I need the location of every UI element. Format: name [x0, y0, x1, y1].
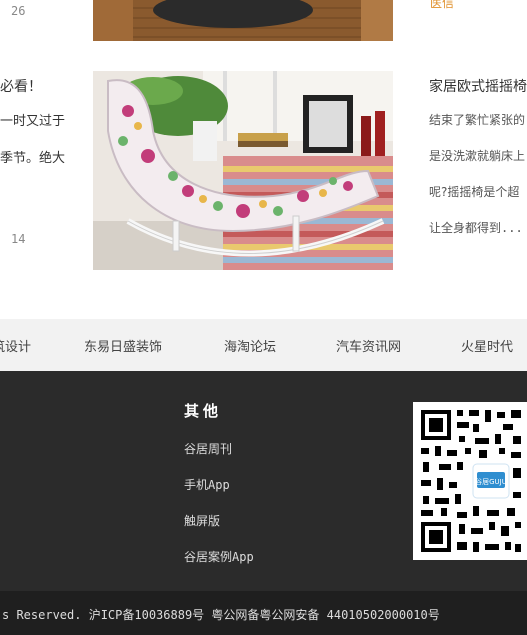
footer-link-case-app[interactable]: 谷居案例App — [184, 548, 254, 565]
article-image-rocking-chair[interactable] — [93, 71, 393, 270]
qr-code: 谷居GUJU — [413, 402, 527, 560]
copyright-text: s Reserved. 沪ICP备10036889号 粤公网备粤公网安备 440… — [2, 608, 440, 622]
friend-link-design[interactable]: 筑设计 — [0, 336, 31, 355]
copyright-bar: s Reserved. 沪ICP备10036889号 粤公网备粤公网安备 440… — [0, 591, 527, 635]
footer-section-title: 其他 — [184, 402, 223, 420]
article-excerpt-right-1: 结束了繁忙紧张的 — [429, 113, 526, 127]
article-title-left[interactable]: 必看！ — [0, 76, 42, 96]
article-excerpt-left-2: 季节。绝大 — [0, 151, 66, 166]
svg-text:谷居GUJU: 谷居GUJU — [475, 477, 507, 486]
footer-link-mobile-app[interactable]: 手机App — [184, 476, 230, 493]
article-snippet-top: 医信 — [430, 0, 527, 10]
rocking-chair-image — [93, 71, 393, 270]
view-count-top: 26 — [11, 4, 26, 18]
friend-link-dyrs[interactable]: 东易日盛装饰 — [84, 336, 162, 355]
friend-link-hxsd[interactable]: 火星时代 — [461, 336, 513, 355]
article-excerpt-right-3: 呢?摇摇椅是个超 — [429, 185, 520, 199]
footer-link-weekly[interactable]: 谷居周刊 — [184, 440, 232, 457]
article-excerpt-right-2: 是没洗漱就躺床上 — [429, 149, 526, 163]
article-excerpt-right-4: 让全身都得到... — [429, 221, 523, 235]
article-title-rocking-chair[interactable]: 家居欧式摇摇椅 — [429, 76, 527, 96]
article-image-top[interactable] — [93, 0, 393, 41]
view-count-left: 14 — [11, 232, 26, 246]
footer-link-touch-version[interactable]: 触屏版 — [184, 512, 220, 529]
qr-code-image: 谷居GUJU — [413, 402, 527, 560]
friend-link-auto-news[interactable]: 汽车资讯网 — [336, 336, 401, 355]
floor-rug-image — [93, 0, 393, 41]
friend-links-bar: 筑设计 东易日盛装饰 海淘论坛 汽车资讯网 火星时代 — [0, 319, 527, 371]
friend-link-haitao[interactable]: 海淘论坛 — [224, 336, 276, 355]
article-excerpt-left-1: 一时又过于 — [0, 114, 66, 129]
